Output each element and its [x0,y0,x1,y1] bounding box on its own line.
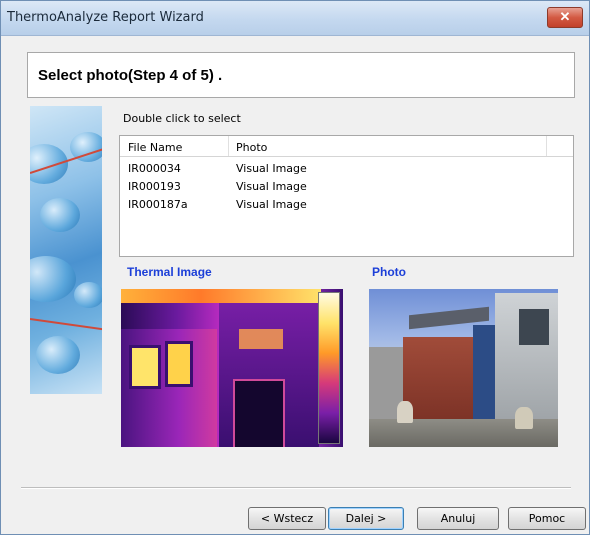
thermal-image-label: Thermal Image [127,265,212,279]
cancel-button[interactable]: Anuluj [417,507,499,530]
photo-cell: Visual Image [236,180,307,193]
wizard-side-image [30,106,102,394]
column-divider[interactable] [546,136,547,156]
next-button[interactable]: Dalej > [328,507,404,530]
column-header-file-name[interactable]: File Name [128,141,182,154]
list-item[interactable]: IR000034 Visual Image [120,159,573,177]
close-icon: ✕ [559,9,571,24]
thermal-image-preview [121,289,343,447]
list-item[interactable]: IR000193 Visual Image [120,177,573,195]
photo-cell: Visual Image [236,162,307,175]
step-header: Select photo(Step 4 of 5) . [27,52,575,98]
file-name-cell: IR000034 [128,162,181,175]
photo-cell: Visual Image [236,198,307,211]
list-header: File Name Photo [120,136,573,157]
help-button[interactable]: Pomoc [508,507,586,530]
close-button[interactable]: ✕ [547,7,583,28]
photo-label: Photo [372,265,406,279]
window-title: ThermoAnalyze Report Wizard [7,10,204,25]
temperature-scale [318,292,340,444]
list-hint: Double click to select [123,112,241,125]
file-name-cell: IR000187a [128,198,188,211]
footer-divider [21,487,571,489]
photo-preview [369,289,558,447]
title-bar[interactable]: ThermoAnalyze Report Wizard ✕ [1,1,589,36]
back-button[interactable]: < Wstecz [248,507,326,530]
list-item[interactable]: IR000187a Visual Image [120,195,573,213]
page-title: Select photo(Step 4 of 5) . [38,67,223,84]
file-list[interactable]: File Name Photo IR000034 Visual Image IR… [119,135,574,257]
column-header-photo[interactable]: Photo [236,141,267,154]
column-divider[interactable] [228,136,229,156]
file-name-cell: IR000193 [128,180,181,193]
wizard-window: ThermoAnalyze Report Wizard ✕ Select pho… [0,0,590,535]
